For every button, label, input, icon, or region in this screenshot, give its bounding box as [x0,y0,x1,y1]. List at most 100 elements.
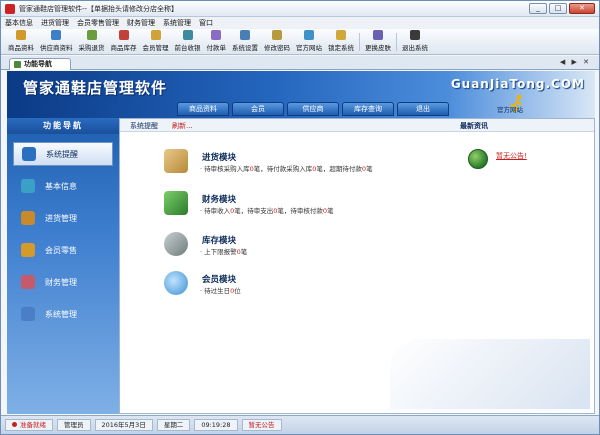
tab-system-reminder[interactable]: 系统提醒 [130,121,158,131]
toolbar-label: 更换皮肤 [365,44,391,52]
notice-link[interactable]: 暂无公告! [496,151,527,161]
sidebar-icon [21,211,35,225]
tab-label: 功能导航 [24,60,52,68]
status-notice[interactable]: 暂无公告 [241,419,282,431]
toolbar-icon [272,30,282,40]
sidebar-item-label: 财务管理 [45,277,77,287]
sidebar-item-0[interactable]: 系统提醒 [13,142,113,166]
toolbar-button-8[interactable]: 修改密码 [261,30,293,54]
module-detail: · 上下限报警0笔 [200,248,248,256]
nav-exit[interactable]: 退出 [397,102,449,116]
news-title: 最新资讯 [460,122,488,130]
status-date: 2016年5月3日 [94,419,153,431]
header-banner: 管家通鞋店管理软件 GuanJiaTong.COM 官方网站 商品资料 会员 供… [7,71,595,118]
toolbar-icon [182,30,193,40]
menu-finance[interactable]: 财务管理 [123,18,159,28]
banner-nav: 商品资料 会员 供应商 库存查询 退出 [177,102,449,116]
module-title: 库存模块 [202,236,237,246]
toolbar-label: 采购退货 [78,44,105,52]
toolbar-icon [51,30,62,40]
sidebar-icon [21,275,35,289]
tab-icon [14,61,21,68]
keyboard-decoration [390,339,590,409]
nav-products[interactable]: 商品资料 [177,102,229,116]
status-user: 管理员 [57,419,91,431]
status-time: 09:19:28 [194,419,238,431]
nav-members[interactable]: 会员 [232,102,284,116]
tab-scroll-arrows[interactable]: ◀ ▶ ✕ [560,58,591,66]
sidebar-item-label: 基本信息 [45,181,77,191]
database-icon [164,232,188,256]
toolbar-label: 官方网站 [296,44,322,52]
toolbar-button-6[interactable]: 付款单 [204,30,230,54]
sidebar-item-4[interactable]: 财务管理 [13,270,113,294]
sidebar-item-5[interactable]: 系统管理 [13,302,113,326]
toolbar-button-1[interactable]: 供应商资料 [37,30,76,54]
refresh-link[interactable]: 刷新... [172,121,193,131]
toolbar-label: 商品库存 [110,44,137,52]
toolbar-icon [410,30,420,40]
toolbar-button-3[interactable]: 商品库存 [108,30,140,54]
menu-window[interactable]: 窗口 [195,18,217,28]
toolbar-label: 会员管理 [142,44,169,52]
maximize-button[interactable]: □ [549,3,567,14]
status-dot-icon [12,422,17,427]
app-icon [5,3,15,14]
toolbar-separator [359,33,360,51]
content-tabs: 系统提醒 刷新... 最新资讯 [120,119,594,132]
toolbar-button-11[interactable]: 更换皮肤 [362,30,394,54]
sidebar-icon [21,179,35,193]
main-content: 系统提醒 刷新... 最新资讯 进货模块 · 待审核采购入库0笔，待付款采购入库… [119,118,595,414]
main-window: 管家通鞋店管理软件--【单据抬头请修改分店全称】 _ □ ✕ 基本信息 进货管理… [0,0,600,435]
menu-purchase[interactable]: 进货管理 [37,18,73,28]
close-button[interactable]: ✕ [569,3,595,14]
sidebar-item-3[interactable]: 会员零售 [13,238,113,262]
module-title: 财务模块 [202,195,237,205]
toolbar-button-12[interactable]: 退出系统 [399,30,431,54]
toolbar-icon [211,30,222,40]
module-detail: · 待审核采购入库0笔，待付款采购入库0笔，超期待付款0笔 [200,165,373,173]
toolbar-icon [373,30,383,40]
toolbar-button-9[interactable]: 官方网站 [293,30,325,54]
toolbar-icon [240,30,250,40]
toolbar-label: 付款单 [206,44,227,52]
module-detail: · 待审收入0笔，待审支出0笔，待审核付款0笔 [200,207,334,215]
menu-system[interactable]: 系统管理 [159,18,195,28]
toolbar-button-5[interactable]: 前台收银 [172,30,204,54]
toolbar-icon [304,30,314,40]
module-title: 会员模块 [202,275,237,285]
toolbar-label: 供应商资料 [40,44,73,52]
menu-bar: 基本信息 进货管理 会员零售管理 财务管理 系统管理 窗口 [1,17,599,29]
sidebar-item-1[interactable]: 基本信息 [13,174,113,198]
sidebar-item-label: 系统管理 [45,309,77,319]
toolbar-icon [150,30,161,40]
status-weekday: 星期二 [156,419,191,431]
module-title: 进货模块 [202,153,237,163]
sidebar-title: 功能导航 [7,118,119,134]
official-site-link[interactable]: 官方网站 [497,104,523,114]
sidebar-item-2[interactable]: 进货管理 [13,206,113,230]
toolbar-button-2[interactable]: 采购退货 [76,30,108,54]
tab-function-nav[interactable]: 功能导航 [9,58,71,70]
sidebar-icon [22,147,36,161]
nav-stock-query[interactable]: 库存查询 [342,102,394,116]
toolbar-button-10[interactable]: 锁定系统 [325,30,357,54]
toolbar: 商品资料 供应商资料 采购退货 商品库存 会员管理 前台收银 付款单 系统设置 修改密码 官方网站… [1,29,599,55]
toolbar-button-4[interactable]: 会员管理 [140,30,172,54]
minimize-button[interactable]: _ [529,3,547,14]
window-title: 管家通鞋店管理软件--【单据抬头请修改分店全称】 [19,4,179,13]
menu-member-retail[interactable]: 会员零售管理 [73,18,123,28]
toolbar-label: 商品资料 [8,44,34,52]
dollar-icon [164,191,188,215]
nav-suppliers[interactable]: 供应商 [287,102,339,116]
toolbar-button-0[interactable]: 商品资料 [5,30,37,54]
menu-basic-info[interactable]: 基本信息 [1,18,37,28]
sidebar-item-label: 会员零售 [45,245,77,255]
sidebar-icon [21,307,35,321]
toolbar-icon [86,30,97,40]
toolbar-button-7[interactable]: 系统设置 [229,30,261,54]
title-bar: 管家通鞋店管理软件--【单据抬头请修改分店全称】 _ □ ✕ [1,1,599,17]
sidebar-item-label: 系统提醒 [46,149,78,159]
toolbar-label: 系统设置 [232,44,258,52]
toolbar-icon [336,30,346,40]
